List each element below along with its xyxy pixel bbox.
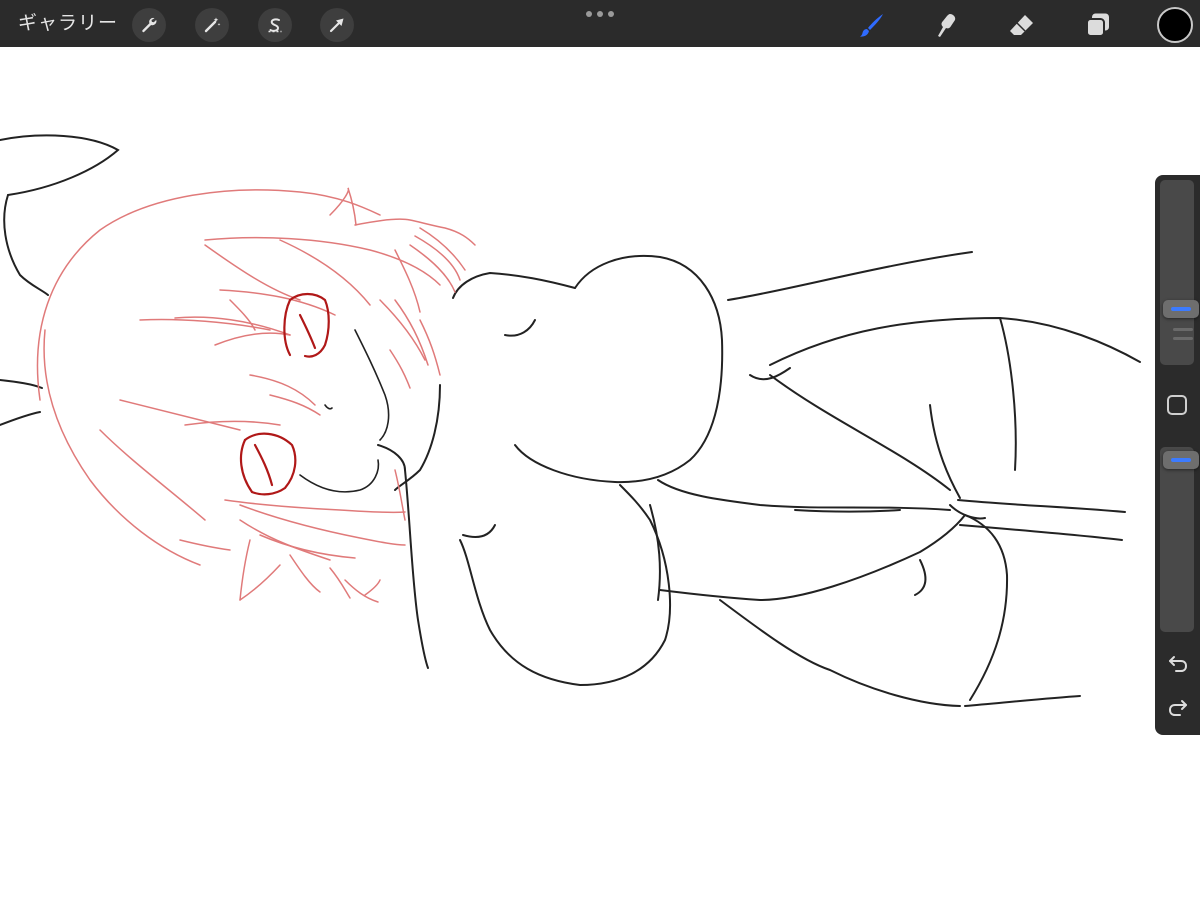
hair-sketch [36, 187, 476, 603]
slider-tick [1173, 337, 1193, 340]
gallery-button[interactable]: ギャラリー [18, 10, 118, 36]
layers-icon[interactable] [1079, 6, 1117, 44]
drawing-canvas[interactable] [0, 47, 1200, 900]
eraser-icon[interactable] [1003, 6, 1041, 44]
redo-icon[interactable] [1166, 695, 1190, 719]
handle-indicator [1171, 307, 1191, 312]
color-swatch[interactable] [1157, 7, 1193, 43]
smudge-icon[interactable] [928, 6, 966, 44]
wrench-icon[interactable] [132, 8, 166, 42]
brush-size-slider[interactable] [1160, 180, 1199, 365]
selection-s-icon[interactable] [258, 8, 292, 42]
handle-indicator [1171, 458, 1191, 462]
slider-tick [1173, 328, 1193, 331]
dot [586, 11, 592, 17]
top-toolbar: ギャラリー [0, 0, 1200, 47]
brush-opacity-slider[interactable] [1160, 447, 1199, 632]
brush-size-handle[interactable] [1163, 300, 1199, 319]
arrow-cursor-icon[interactable] [320, 8, 354, 42]
body-linework [0, 134, 1141, 707]
square-modify-icon[interactable] [1167, 395, 1187, 415]
dot [608, 11, 614, 17]
side-toolbar [1155, 175, 1200, 735]
magic-wand-icon[interactable] [195, 8, 229, 42]
brush-icon[interactable] [853, 6, 891, 44]
brush-opacity-handle[interactable] [1163, 451, 1199, 469]
undo-icon[interactable] [1166, 651, 1190, 675]
dot [597, 11, 603, 17]
more-dots-icon[interactable] [586, 9, 614, 19]
